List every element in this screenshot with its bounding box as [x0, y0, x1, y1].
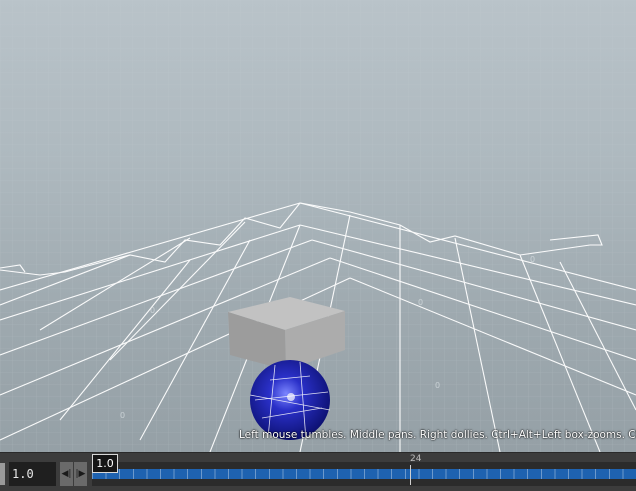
sphere-object[interactable]: [249, 360, 331, 441]
frame-tick-marker: [410, 465, 411, 485]
svg-text:0: 0: [435, 381, 440, 390]
timeline-start-marker[interactable]: [0, 463, 5, 485]
svg-text:0: 0: [120, 411, 125, 420]
current-frame-indicator[interactable]: 1.0: [92, 454, 118, 473]
frame-input-field[interactable]: 1.0: [9, 462, 56, 486]
svg-text:0: 0: [530, 255, 535, 264]
step-forward-button[interactable]: |▶: [74, 462, 87, 486]
frame-tick-label: 24: [410, 454, 422, 464]
timeline-ticks: [92, 469, 636, 479]
scene-canvas[interactable]: 0 0 0 0 0: [0, 0, 636, 452]
step-back-button[interactable]: ◀|: [60, 462, 73, 486]
3d-viewport[interactable]: 0 0 0 0 0 Left mouse tumbles. Middle pan…: [0, 0, 636, 452]
svg-text:0: 0: [150, 306, 155, 315]
step-back-icon: ◀|: [61, 469, 72, 479]
viewport-hint-text: Left mouse tumbles. Middle pans. Right d…: [239, 429, 636, 441]
svg-text:0: 0: [418, 298, 423, 307]
step-forward-icon: |▶: [75, 469, 86, 479]
timeline-slider[interactable]: 24: [92, 454, 636, 486]
